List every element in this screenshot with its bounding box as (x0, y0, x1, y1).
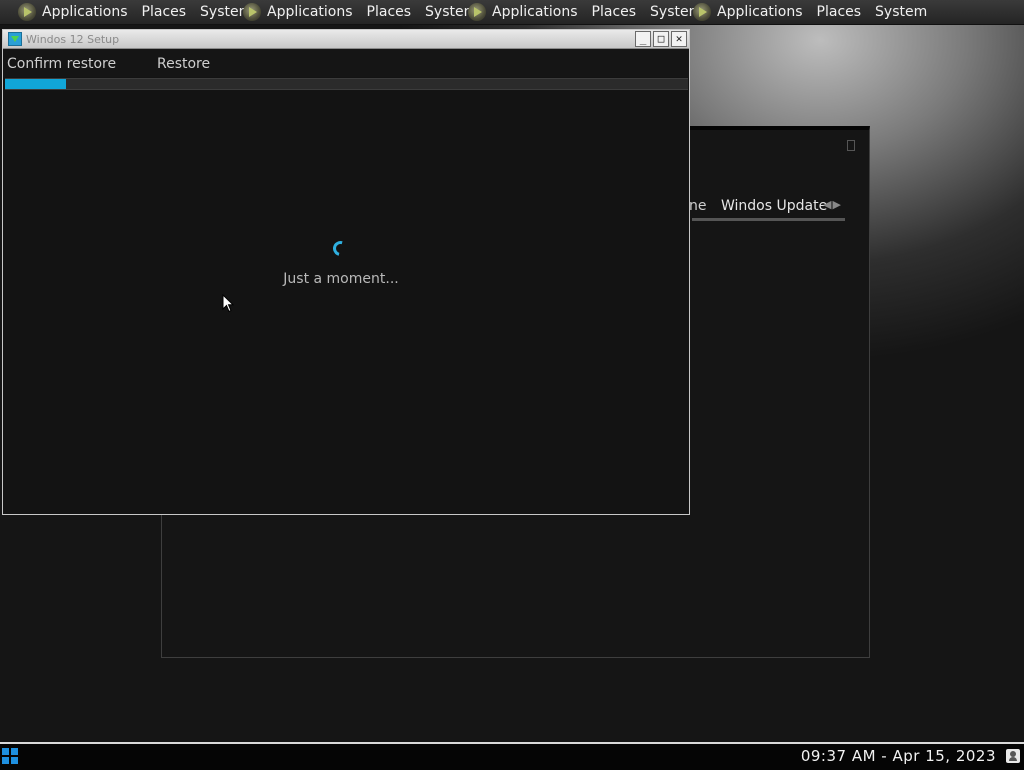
tab-scroll-arrows-icon[interactable]: ◀▶ (823, 198, 842, 211)
setup-progress-bar (5, 78, 688, 90)
places-menu[interactable]: Places (592, 4, 637, 20)
start-button[interactable] (2, 748, 18, 764)
progress-fill (5, 79, 67, 89)
applications-menu[interactable]: Applications (717, 4, 803, 20)
setup-window: Windos 12 Setup _ □ ✕ Confirm restore Re… (2, 29, 690, 515)
system-menu[interactable]: System (875, 4, 927, 20)
status-text: Just a moment... (283, 271, 399, 287)
gnome-foot-icon[interactable] (693, 3, 711, 21)
close-button[interactable]: ✕ (671, 31, 687, 47)
tab-partial[interactable]: ne (689, 198, 707, 214)
places-menu[interactable]: Places (817, 4, 862, 20)
window-title: Windos 12 Setup (26, 32, 120, 46)
step-restore: Restore (157, 56, 211, 72)
mouse-cursor-icon (222, 294, 234, 313)
panel-menu-group-1: Applications Places System (0, 3, 252, 21)
applications-menu[interactable]: Applications (267, 4, 353, 20)
gnome-foot-icon[interactable] (468, 3, 486, 21)
setup-steps: Confirm restore Restore (3, 49, 689, 77)
maximize-button[interactable]: □ (653, 31, 669, 47)
loading-spinner-icon (330, 238, 351, 259)
taskbar: 09:37 AM - Apr 15, 2023 (0, 742, 1024, 770)
minimize-button[interactable]: _ (635, 31, 651, 47)
step-confirm-restore: Confirm restore (7, 56, 117, 72)
top-panel: Applications Places System Applications … (0, 0, 1024, 25)
panel-menu-group-4: Applications Places System (675, 3, 927, 21)
setup-app-icon (8, 32, 22, 46)
clock[interactable]: 09:37 AM - Apr 15, 2023 (801, 747, 996, 765)
applications-menu[interactable]: Applications (42, 4, 128, 20)
active-tab-indicator (692, 218, 845, 221)
user-icon[interactable] (1006, 749, 1020, 763)
windows-logo-icon (2, 748, 9, 755)
panel-menu-group-2: Applications Places System (225, 3, 477, 21)
window-controls: _ □ ✕ (633, 31, 687, 47)
places-menu[interactable]: Places (367, 4, 412, 20)
tab-windos-update[interactable]: Windos Update (721, 198, 827, 214)
places-menu[interactable]: Places (142, 4, 187, 20)
gnome-foot-icon[interactable] (18, 3, 36, 21)
panel-menu-group-3: Applications Places System (450, 3, 702, 21)
applications-menu[interactable]: Applications (492, 4, 578, 20)
window-control-icon[interactable] (847, 140, 855, 151)
gnome-foot-icon[interactable] (243, 3, 261, 21)
setup-titlebar[interactable]: Windos 12 Setup _ □ ✕ (3, 30, 689, 49)
